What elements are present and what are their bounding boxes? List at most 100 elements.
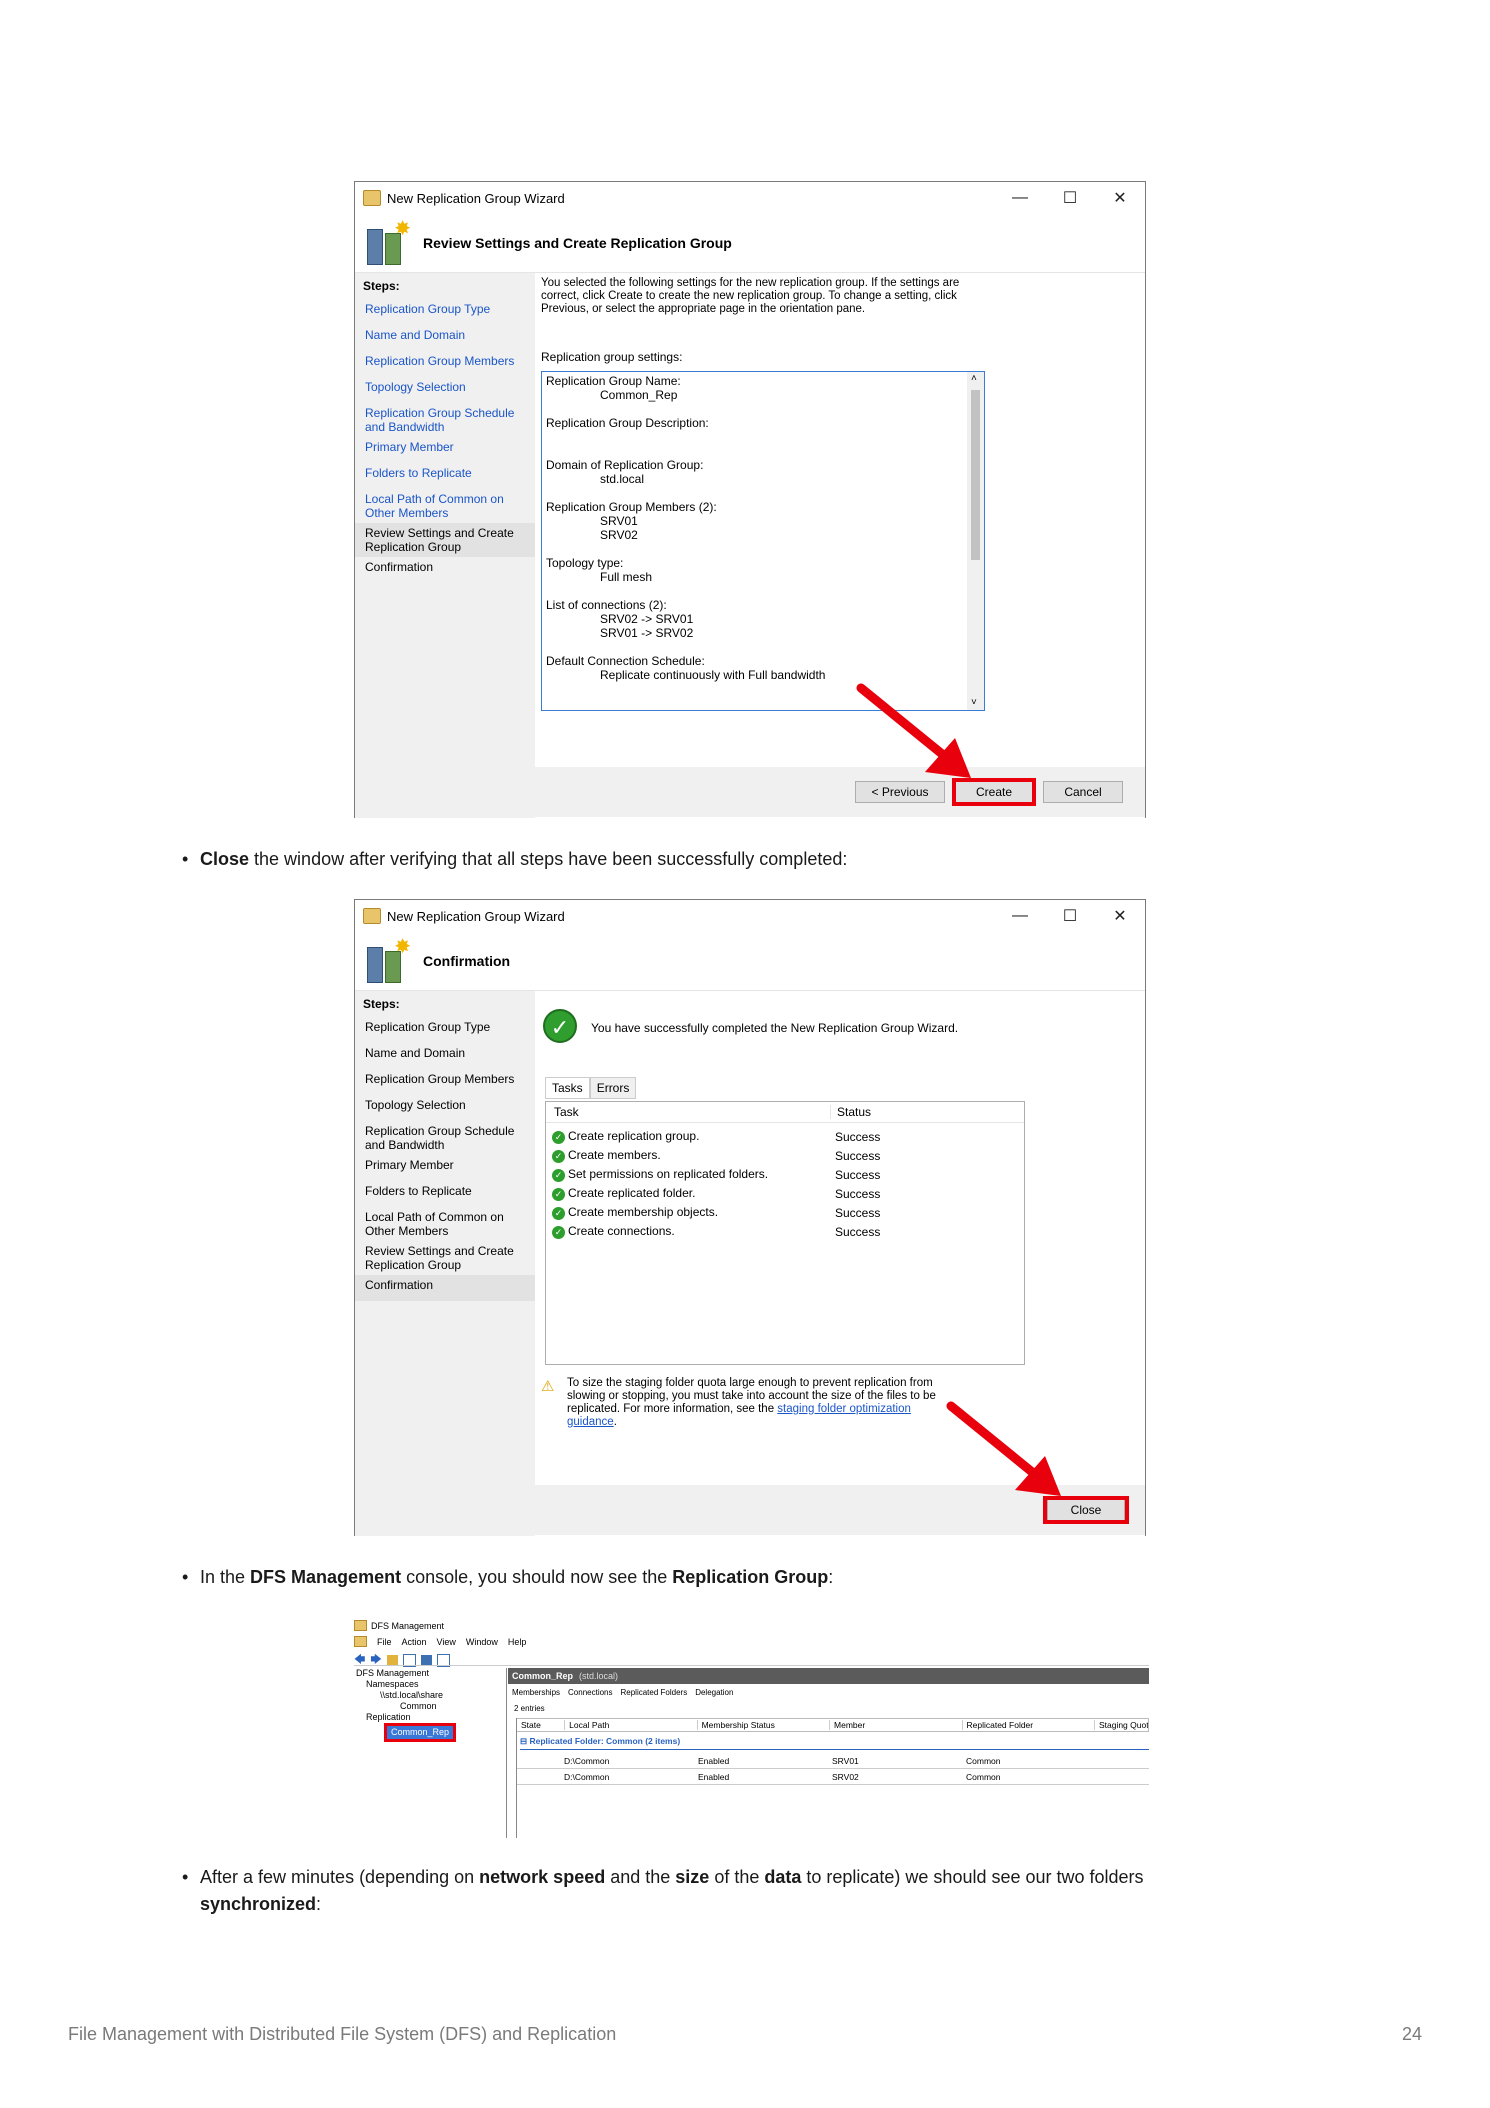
column-task[interactable]: Task: [546, 1105, 830, 1119]
table-row[interactable]: D:\Common Enabled SRV02 Common: [516, 1770, 1149, 1785]
panel-title-bar: Common_Rep (std.local): [508, 1668, 1149, 1684]
setting-topology-value: Full mesh: [600, 570, 653, 584]
table-row: ✓ Set permissions on replicated folders. S…: [546, 1165, 1024, 1184]
scroll-up-icon[interactable]: ˄: [971, 372, 977, 386]
wizard-header: ✸ Review Settings and Create Replication…: [355, 214, 1145, 273]
tree-item-share[interactable]: \\std.local\share: [354, 1690, 506, 1701]
menu-window[interactable]: Window: [466, 1637, 498, 1647]
column-local-path[interactable]: Local Path: [564, 1720, 696, 1730]
setting-domain-label: Domain of Replication Group:: [546, 458, 704, 472]
tab-tasks[interactable]: Tasks: [545, 1077, 590, 1099]
step-schedule-and-bandwidth[interactable]: Replication Group Schedule and Bandwidth: [355, 403, 535, 437]
step-folders-to-replicate[interactable]: Folders to Replicate: [355, 463, 535, 489]
wizard-page-title: Confirmation: [423, 953, 511, 969]
tree-item-dfs-management[interactable]: DFS Management: [354, 1668, 506, 1679]
tab-errors[interactable]: Errors: [589, 1077, 637, 1099]
table-row: ✓ Create replication group. Success: [546, 1127, 1024, 1146]
text: :: [316, 1894, 322, 1914]
page-number: 24: [1401, 2024, 1422, 2044]
column-state[interactable]: State: [517, 1720, 564, 1730]
column-membership-status[interactable]: Membership Status: [696, 1720, 829, 1730]
vertical-scrollbar[interactable]: ˄ ˅: [967, 372, 984, 710]
setting-schedule-label: Default Connection Schedule:: [546, 654, 705, 668]
tree-item-namespaces[interactable]: Namespaces: [354, 1679, 506, 1690]
maximize-icon[interactable]: ☐: [1045, 900, 1095, 932]
task-name: Set permissions on replicated folders.: [568, 1167, 769, 1182]
tree-item-common-rep[interactable]: Common_Rep: [384, 1723, 457, 1742]
step-name-and-domain[interactable]: Name and Domain: [355, 325, 535, 351]
step-topology-selection[interactable]: Topology Selection: [355, 377, 535, 403]
dfs-app-icon: [363, 190, 381, 206]
close-icon[interactable]: ✕: [1095, 900, 1145, 932]
steps-title: Steps:: [363, 997, 400, 1011]
menu-action[interactable]: Action: [402, 1637, 427, 1647]
maximize-icon[interactable]: ☐: [1045, 182, 1095, 214]
scrollbar-thumb[interactable]: [971, 390, 980, 560]
tab-memberships[interactable]: Memberships: [512, 1688, 560, 1697]
tab-connections[interactable]: Connections: [568, 1688, 612, 1697]
tree-item-common[interactable]: Common: [354, 1701, 506, 1712]
setting-description-label: Replication Group Description:: [546, 416, 709, 430]
task-status: Success: [835, 1148, 881, 1163]
tab-delegation[interactable]: Delegation: [695, 1688, 733, 1697]
intro-text: You selected the following settings for …: [541, 277, 960, 315]
window-controls: — ☐ ✕: [995, 900, 1145, 932]
text: :: [828, 1567, 834, 1587]
step-local-path[interactable]: Local Path of Common on Other Members: [355, 489, 535, 523]
minimize-icon[interactable]: —: [995, 900, 1045, 932]
bold-text: network speed: [479, 1867, 606, 1887]
result-tabs: Tasks Errors: [545, 1077, 637, 1099]
warning-text: To size the staging folder quota large e…: [567, 1377, 937, 1429]
step-name-and-domain: Name and Domain: [365, 1046, 466, 1060]
settings-list[interactable]: Replication Group Name: Common_Rep Repli…: [541, 371, 985, 711]
column-replicated-folder[interactable]: Replicated Folder: [961, 1720, 1094, 1730]
table-row: ✓ Create replicated folder. Success: [546, 1184, 1024, 1203]
collapse-icon[interactable]: ⊟: [520, 1736, 527, 1746]
table-row[interactable]: D:\Common Enabled SRV01 Common: [516, 1754, 1149, 1769]
step-replication-group-members[interactable]: Replication Group Members: [355, 351, 535, 377]
menu-bar: File Action View Window Help: [354, 1636, 526, 1647]
minimize-icon[interactable]: —: [995, 182, 1045, 214]
panel-domain: (std.local): [579, 1671, 619, 1681]
step-replication-group-type[interactable]: Replication Group Type: [355, 299, 535, 325]
highlight-box: [1043, 1496, 1129, 1524]
cancel-button[interactable]: Cancel: [1043, 781, 1123, 803]
menu-file[interactable]: File: [377, 1637, 392, 1647]
group-header[interactable]: ⊟ Replicated Folder: Common (2 items): [520, 1736, 1149, 1750]
column-member[interactable]: Member: [829, 1720, 961, 1730]
instruction-sync: • After a few minutes (depending on netw…: [182, 1864, 1200, 1918]
tree-item-replication[interactable]: Replication: [354, 1712, 506, 1723]
cell-local-path: D:\Common: [564, 1756, 610, 1766]
setting-name-value: Common_Rep: [600, 388, 678, 402]
tab-replicated-folders[interactable]: Replicated Folders: [621, 1688, 688, 1697]
window-title: New Replication Group Wizard: [387, 908, 565, 924]
check-icon: ✓: [552, 1168, 565, 1182]
table-row: ✓ Create members. Success: [546, 1146, 1024, 1165]
previous-button[interactable]: < Previous: [855, 781, 945, 803]
entries-count: 2 entries: [514, 1704, 545, 1713]
setting-schedule-value: Replicate continuously with Full bandwid…: [600, 668, 826, 682]
step-review-settings: Review Settings and Create Replication G…: [365, 1244, 514, 1272]
step-primary-member[interactable]: Primary Member: [355, 437, 535, 463]
close-icon[interactable]: ✕: [1095, 182, 1145, 214]
step-confirmation: Confirmation: [355, 1275, 535, 1301]
cell-member: SRV01: [832, 1756, 859, 1766]
setting-connection: SRV02 -> SRV01: [600, 612, 694, 626]
steps-pane: Steps: Replication Group Type Name and D…: [355, 991, 535, 1536]
success-check-icon: ✓: [543, 1009, 577, 1043]
table-row: ✓ Create connections. Success: [546, 1222, 1024, 1241]
step-replication-group-type: Replication Group Type: [365, 1020, 491, 1034]
check-icon: ✓: [552, 1130, 565, 1144]
task-status: Success: [835, 1205, 881, 1220]
cell-membership-status: Enabled: [698, 1772, 730, 1782]
instruction-text: the window after verifying that all step…: [249, 849, 848, 869]
menu-help[interactable]: Help: [508, 1637, 527, 1647]
setting-connections-label: List of connections (2):: [546, 598, 667, 612]
step-replication-group-members: Replication Group Members: [365, 1072, 515, 1086]
text: console, you should now see the: [401, 1567, 673, 1587]
text: In the: [200, 1567, 251, 1587]
menu-view[interactable]: View: [437, 1637, 456, 1647]
column-staging-quota[interactable]: Staging Quota: [1093, 1720, 1148, 1730]
settings-label: Replication group settings:: [541, 350, 683, 364]
column-status[interactable]: Status: [830, 1105, 997, 1119]
